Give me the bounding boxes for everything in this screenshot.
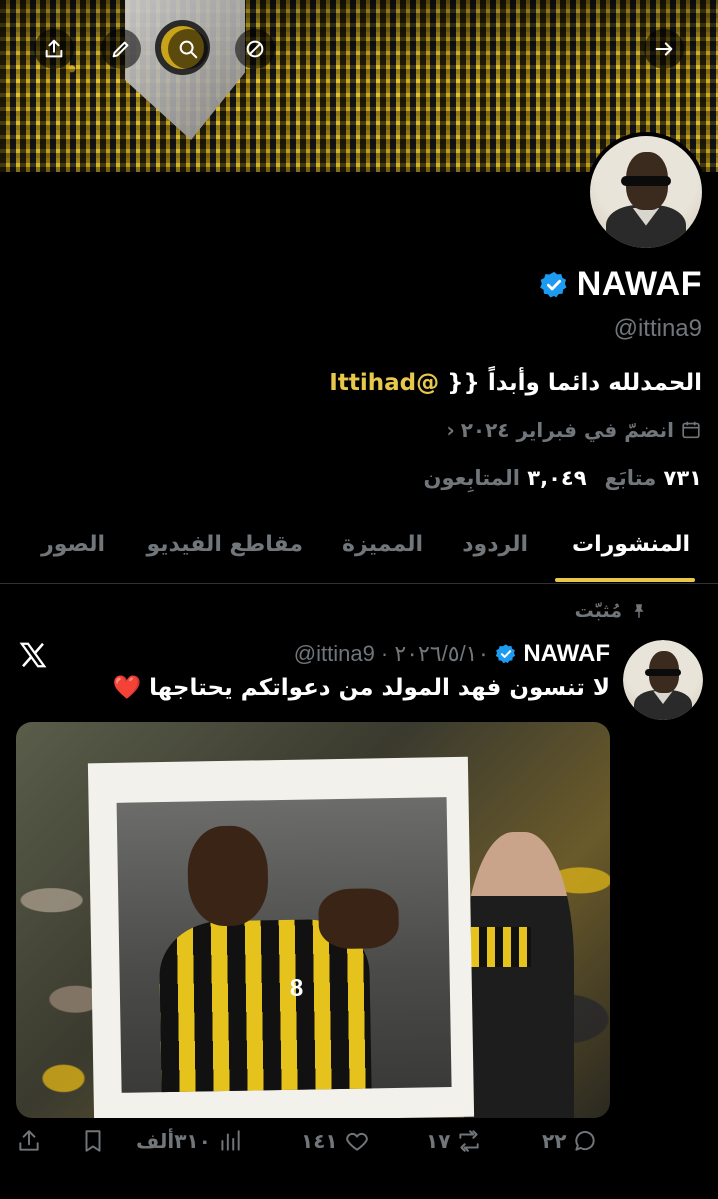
heart-emoji: ❤️ [112, 675, 142, 701]
poster: 8 [87, 756, 475, 1118]
pinned-label: مُثبّت [575, 600, 648, 622]
verified-badge-icon [539, 271, 567, 297]
search-icon [179, 40, 198, 59]
joined-text: انضمّ في فبراير ٢٠٢٤ [460, 418, 674, 442]
profile-name-row: NAWAF [539, 265, 702, 304]
repost-icon [459, 1130, 480, 1152]
edit-button[interactable] [101, 29, 141, 69]
joined-date: انضمّ في فبراير ٢٠٢٤ ‹ [446, 418, 702, 442]
share-button[interactable] [34, 29, 74, 69]
fan-scarf [471, 927, 531, 967]
x-logo-icon[interactable] [18, 640, 48, 670]
followers-label: المتابِعون [423, 466, 520, 490]
followers-link[interactable]: ٣,٠٤٩ المتابِعون [424, 466, 587, 490]
verified-badge-icon [496, 644, 516, 664]
following-link[interactable]: ٧٣١ متابَع [605, 466, 702, 490]
reply-button[interactable]: ٢٢ [542, 1128, 598, 1154]
display-name: NAWAF [576, 265, 702, 303]
profile-handle: @ittina9 [613, 315, 702, 342]
calendar-icon [682, 421, 700, 439]
pin-icon [634, 604, 644, 618]
post-author-name[interactable]: NAWAF [523, 640, 610, 668]
profile-avatar[interactable] [586, 132, 706, 252]
tab-highlights[interactable]: المميزة [342, 532, 423, 557]
replies-count: ٢٢ [542, 1129, 567, 1153]
views-button[interactable]: ٣١٠ألف [136, 1128, 243, 1154]
block-button[interactable] [235, 29, 275, 69]
analytics-icon [221, 1130, 240, 1151]
pinned-text: مُثبّت [574, 600, 622, 622]
search-button[interactable] [168, 29, 208, 69]
bookmark-button[interactable] [80, 1128, 106, 1154]
comment-icon [575, 1131, 596, 1151]
post-text: لا تنسون فهد المولد من دعواتكم يحتاجها ❤… [112, 674, 610, 701]
share-icon [19, 1130, 39, 1151]
forward-button[interactable] [644, 29, 684, 69]
profile-tabs: المنشورات الردود المميزة مقاطع الفيديو ا… [0, 522, 718, 584]
reposts-count: ١٧ [426, 1129, 451, 1153]
post-text-body: لا تنسون فهد المولد من دعواتكم يحتاجها [149, 675, 610, 701]
share-post-button[interactable] [16, 1128, 42, 1154]
profile-stats: ٧٣١ متابَع ٣,٠٤٩ المتابِعون [424, 466, 702, 490]
following-label: متابَع [604, 466, 657, 490]
post-action-bar: ٣١٠ألف ١٤١ ١٧ ٢٢ [16, 1128, 610, 1168]
following-count: ٧٣١ [663, 466, 702, 490]
post-header: @ittina9 · ٢٠٢٦/٥/١٠ NAWAF [294, 640, 610, 668]
repost-button[interactable]: ١٧ [426, 1128, 482, 1154]
slash-circle-icon [246, 40, 264, 58]
views-count: ٣١٠ألف [136, 1129, 211, 1153]
likes-count: ١٤١ [301, 1129, 338, 1153]
bio-mention-link[interactable]: @Ittihad [329, 370, 439, 396]
tab-posts[interactable]: المنشورات [572, 532, 690, 557]
post-author-avatar[interactable] [623, 640, 703, 720]
pencil-icon [112, 41, 129, 58]
post-media-image[interactable]: 8 [16, 722, 610, 1118]
chevron-left-icon[interactable]: ‹ [446, 418, 454, 442]
heart-icon [345, 1132, 368, 1151]
active-tab-indicator [555, 578, 695, 582]
profile-bio: الحمدلله دائما وأبداً {{ @Ittihad [329, 370, 702, 396]
tab-photos[interactable]: الصور [41, 532, 105, 557]
fan-figure [464, 832, 574, 1118]
tab-videos[interactable]: مقاطع الفيديو [146, 532, 303, 557]
like-button[interactable]: ١٤١ [301, 1128, 370, 1154]
post-handle-date[interactable]: @ittina9 · ٢٠٢٦/٥/١٠ [294, 641, 490, 667]
tab-replies[interactable]: الردود [462, 532, 528, 557]
share-icon [45, 39, 63, 58]
bio-text: الحمدلله دائما وأبداً {{ [447, 370, 702, 396]
arrow-right-icon [655, 42, 673, 56]
followers-count: ٣,٠٤٩ [527, 466, 587, 490]
bookmark-icon [85, 1130, 101, 1152]
